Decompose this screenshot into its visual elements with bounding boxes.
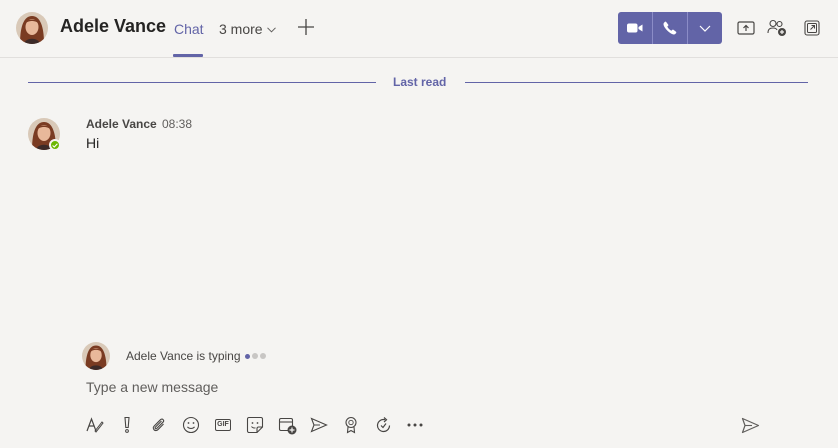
chevron-down-icon xyxy=(266,26,276,33)
praise-icon xyxy=(345,416,357,434)
last-read-line-right xyxy=(465,82,808,83)
message-text: Hi xyxy=(86,135,100,151)
tab-chat-underline xyxy=(173,54,203,57)
presence-available-icon xyxy=(49,139,61,151)
share-screen-icon xyxy=(737,21,755,35)
important-button[interactable] xyxy=(116,414,138,436)
tab-more[interactable]: 3 more xyxy=(219,21,276,37)
message-timestamp: 08:38 xyxy=(162,117,193,131)
pop-out-icon xyxy=(804,20,820,36)
stream-icon xyxy=(310,417,328,433)
message-author: Adele Vance xyxy=(86,117,157,131)
typing-dot xyxy=(252,353,258,359)
tab-chat[interactable]: Chat xyxy=(174,21,204,37)
typing-user-avatar xyxy=(82,342,110,370)
typing-dot xyxy=(245,354,250,359)
contact-name: Adele Vance xyxy=(60,16,167,36)
typing-indicator-text: Adele Vance is typing xyxy=(126,349,241,363)
more-options-icon xyxy=(407,423,423,427)
loop-icon xyxy=(376,416,390,432)
stream-button[interactable] xyxy=(308,414,330,436)
emoji-button[interactable] xyxy=(180,414,202,436)
typing-dot xyxy=(260,353,266,359)
chevron-down-icon xyxy=(699,25,711,32)
typing-dots xyxy=(245,353,266,359)
more-options-button[interactable] xyxy=(404,414,426,436)
video-call-icon xyxy=(627,23,643,33)
compose-toolbar: GIF xyxy=(84,414,426,436)
gif-button[interactable]: GIF xyxy=(212,414,234,436)
pop-out-button[interactable] xyxy=(802,18,822,38)
format-icon xyxy=(86,417,104,433)
attach-button[interactable] xyxy=(148,414,170,436)
sticker-button[interactable] xyxy=(244,414,266,436)
praise-button[interactable] xyxy=(340,414,362,436)
important-icon xyxy=(124,416,130,433)
chat-header: Adele Vance Chat 3 more xyxy=(0,0,838,58)
send-button[interactable] xyxy=(739,414,761,436)
format-button[interactable] xyxy=(84,414,106,436)
message-compose-input[interactable] xyxy=(86,379,686,395)
add-tab-button[interactable] xyxy=(296,17,316,37)
add-people-icon xyxy=(767,19,786,36)
plus-icon xyxy=(298,19,314,35)
last-read-line-left xyxy=(28,82,376,83)
schedule-meeting-icon xyxy=(278,417,296,434)
video-call-button[interactable] xyxy=(618,12,652,44)
loop-button[interactable] xyxy=(372,414,394,436)
contact-avatar[interactable] xyxy=(16,12,48,44)
call-options-button[interactable] xyxy=(688,12,722,44)
schedule-meeting-button[interactable] xyxy=(276,414,298,436)
send-icon xyxy=(741,417,759,433)
audio-call-button[interactable] xyxy=(653,12,687,44)
gif-icon: GIF xyxy=(215,419,231,431)
sticker-icon xyxy=(246,416,264,434)
audio-call-icon xyxy=(663,21,677,35)
emoji-icon xyxy=(182,416,200,434)
add-people-button[interactable] xyxy=(767,18,787,38)
attach-icon xyxy=(152,418,165,432)
call-button-group xyxy=(618,12,722,44)
last-read-label: Last read xyxy=(393,75,447,89)
share-screen-button[interactable] xyxy=(736,18,756,38)
tab-more-label: 3 more xyxy=(219,21,263,37)
